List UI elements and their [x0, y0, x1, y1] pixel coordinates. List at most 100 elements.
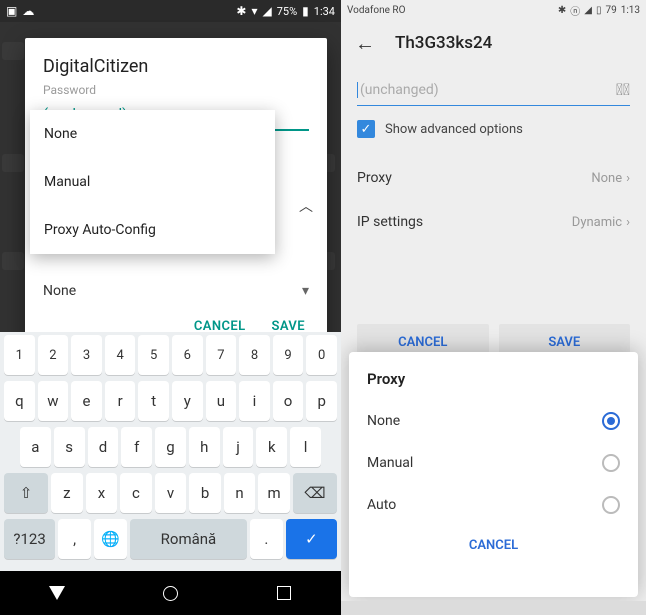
proxy-row[interactable]: Proxy None ›	[357, 156, 630, 200]
key-q[interactable]: q	[4, 381, 35, 421]
key-b[interactable]: b	[189, 473, 221, 513]
key-z[interactable]: z	[51, 473, 83, 513]
key-backspace[interactable]: ⌫	[293, 473, 337, 513]
select-row[interactable]: None ▾	[43, 273, 309, 309]
key-o[interactable]: o	[273, 381, 304, 421]
cloud-icon: ☁	[22, 4, 34, 18]
clock: 1:34	[314, 5, 335, 18]
dropdown-option-none[interactable]: None	[30, 110, 275, 158]
eye-off-icon[interactable]: 👁̸	[616, 80, 630, 99]
kbd-row-1: q w e r t y u i o p	[0, 378, 341, 424]
key-globe[interactable]: 🌐	[94, 519, 127, 559]
nav-home-icon[interactable]	[163, 586, 178, 601]
key-s[interactable]: s	[54, 427, 85, 467]
signal-icon: ◢	[584, 5, 592, 16]
key-c[interactable]: c	[120, 473, 152, 513]
radio-selected-icon	[602, 412, 620, 430]
nfc-icon: ⓝ	[570, 3, 580, 18]
password-placeholder: (unchanged)	[360, 82, 616, 98]
proxy-label: Proxy	[357, 170, 392, 186]
checkbox-checked-icon[interactable]: ✓	[357, 120, 375, 138]
key-k[interactable]: k	[256, 427, 287, 467]
chevron-right-icon: ›	[626, 171, 630, 186]
key-3[interactable]: 3	[71, 335, 102, 375]
key-y[interactable]: y	[172, 381, 203, 421]
status-bar: ▣ ☁ ✱ ▾ ◢ 75% ▮ 1:34	[0, 0, 341, 22]
show-advanced-row[interactable]: ✓ Show advanced options	[357, 120, 630, 138]
key-w[interactable]: w	[38, 381, 69, 421]
key-6[interactable]: 6	[172, 335, 203, 375]
key-9[interactable]: 9	[273, 335, 304, 375]
key-m[interactable]: m	[258, 473, 290, 513]
dropdown-option-pac[interactable]: Proxy Auto-Config	[30, 206, 275, 254]
password-input[interactable]: (unchanged) 👁̸	[357, 76, 630, 106]
key-n[interactable]: n	[224, 473, 256, 513]
battery-text: 75%	[277, 5, 297, 18]
kbd-row-4: ?123 , 🌐 Română . ✓	[0, 516, 341, 562]
key-f[interactable]: f	[121, 427, 152, 467]
key-e[interactable]: e	[71, 381, 102, 421]
nav-recent-icon[interactable]	[277, 586, 291, 600]
key-2[interactable]: 2	[38, 335, 69, 375]
chevron-right-icon: ›	[626, 215, 630, 230]
key-4[interactable]: 4	[105, 335, 136, 375]
show-advanced-label: Show advanced options	[385, 122, 523, 137]
ip-value: Dynamic	[572, 215, 622, 230]
dialog-title: DigitalCitizen	[43, 56, 309, 77]
nav-bar	[0, 571, 341, 615]
key-8[interactable]: 8	[239, 335, 270, 375]
key-p[interactable]: p	[306, 381, 337, 421]
radio-option-manual[interactable]: Manual	[367, 442, 620, 484]
phone-right: Vodafone RO ✱ ⓝ ◢ ▯ 79 1:13 ← Th3G33ks24…	[341, 0, 646, 615]
bluetooth-icon: ✱	[558, 5, 566, 16]
key-symbols[interactable]: ?123	[4, 519, 55, 559]
back-icon[interactable]: ←	[355, 31, 375, 56]
key-comma[interactable]: ,	[58, 519, 91, 559]
key-a[interactable]: a	[20, 427, 51, 467]
key-i[interactable]: i	[239, 381, 270, 421]
kbd-row-3: ⇧ z x c v b n m ⌫	[0, 470, 341, 516]
carrier-label: Vodafone RO	[347, 5, 405, 16]
key-l[interactable]: l	[290, 427, 321, 467]
key-v[interactable]: v	[155, 473, 187, 513]
key-r[interactable]: r	[105, 381, 136, 421]
select-value: None	[43, 283, 76, 299]
key-g[interactable]: g	[155, 427, 186, 467]
key-shift[interactable]: ⇧	[4, 473, 48, 513]
proxy-sheet: Proxy None Manual Auto CANCEL	[349, 352, 638, 597]
key-1[interactable]: 1	[4, 335, 35, 375]
chevron-up-icon[interactable]: ︿	[299, 196, 313, 216]
key-0[interactable]: 0	[306, 335, 337, 375]
proxy-dropdown: None Manual Proxy Auto-Config	[30, 110, 275, 254]
page-title: Th3G33ks24	[395, 33, 492, 53]
key-d[interactable]: d	[88, 427, 119, 467]
ip-row[interactable]: IP settings Dynamic ›	[357, 200, 630, 244]
radio-option-auto[interactable]: Auto	[367, 484, 620, 526]
key-period[interactable]: .	[250, 519, 283, 559]
key-h[interactable]: h	[189, 427, 220, 467]
key-enter[interactable]: ✓	[286, 519, 337, 559]
signal-icon: ◢	[263, 4, 272, 18]
battery-icon: ▯	[596, 5, 602, 16]
key-u[interactable]: u	[206, 381, 237, 421]
radio-option-none[interactable]: None	[367, 400, 620, 442]
key-x[interactable]: x	[86, 473, 118, 513]
keyboard: 1 2 3 4 5 6 7 8 9 0 q w e r t y u i o p …	[0, 332, 341, 571]
phone-left: ▣ ☁ ✱ ▾ ◢ 75% ▮ 1:34 DigitalCitizen Pass…	[0, 0, 341, 615]
clock: 1:13	[621, 5, 640, 16]
key-7[interactable]: 7	[206, 335, 237, 375]
sheet-cancel-button[interactable]: CANCEL	[367, 526, 620, 555]
key-space[interactable]: Română	[130, 519, 247, 559]
content: (unchanged) 👁̸ ✓ Show advanced options P…	[341, 66, 646, 244]
key-t[interactable]: t	[138, 381, 169, 421]
kbd-row-2: a s d f g h j k l	[0, 424, 341, 470]
key-j[interactable]: j	[223, 427, 254, 467]
key-5[interactable]: 5	[138, 335, 169, 375]
nav-back-icon[interactable]	[49, 586, 65, 600]
header: ← Th3G33ks24	[341, 20, 646, 66]
proxy-value: None	[591, 171, 622, 186]
ip-label: IP settings	[357, 214, 423, 230]
keyboard-peek	[341, 601, 646, 615]
dropdown-option-manual[interactable]: Manual	[30, 158, 275, 206]
wifi-icon: ▾	[251, 4, 257, 18]
